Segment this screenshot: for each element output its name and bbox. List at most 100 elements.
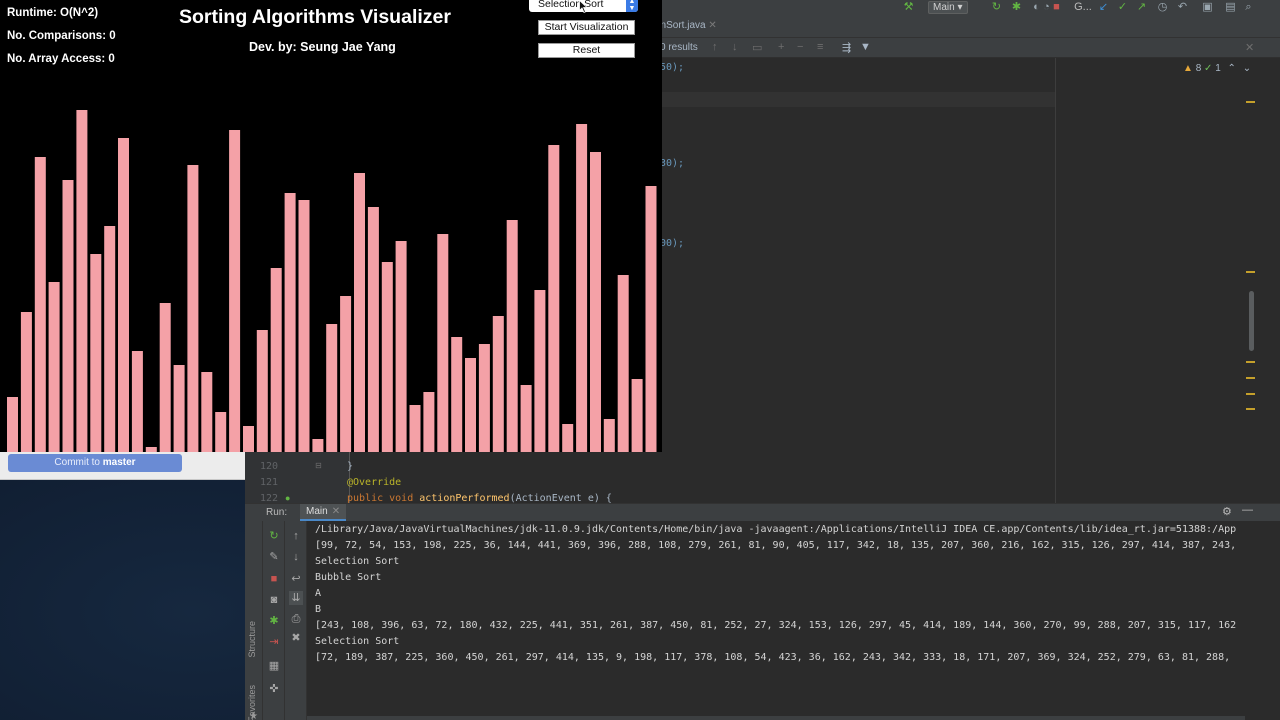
array-bar bbox=[131, 351, 143, 452]
array-bar bbox=[298, 200, 310, 452]
select-all-occurrences-icon[interactable]: ▭ bbox=[752, 41, 762, 54]
console-line: B bbox=[315, 604, 322, 615]
app-title: Sorting Algorithms Visualizer bbox=[179, 6, 451, 28]
array-bar bbox=[104, 226, 116, 452]
array-bar bbox=[243, 426, 254, 452]
array-bar bbox=[465, 358, 476, 452]
inspection-widget[interactable]: ▲ 8 ✓ 1 ⌃ ⌄ bbox=[1183, 63, 1251, 74]
run-tab-label: Main bbox=[306, 506, 328, 517]
code-line: 00); bbox=[660, 238, 684, 249]
debug-bug-icon[interactable]: ✱ bbox=[1010, 1, 1023, 14]
run-tool-window: Run: Main ✕ ⚙ — Structure Favorites ★ ↻ ✎… bbox=[245, 503, 1280, 720]
array-bar bbox=[326, 324, 338, 452]
warning-stripe-mark[interactable] bbox=[1246, 377, 1255, 379]
console-line: Selection Sort bbox=[315, 556, 400, 567]
start-visualization-button[interactable]: Start Visualization bbox=[538, 20, 635, 35]
array-bar bbox=[229, 130, 241, 452]
debug-bug-icon[interactable]: ✱ bbox=[267, 614, 281, 628]
run-config-label: Main bbox=[933, 2, 955, 13]
array-bar bbox=[492, 316, 504, 452]
history-clock-icon[interactable]: ◷ bbox=[1156, 1, 1169, 14]
minimize-icon[interactable]: — bbox=[1242, 504, 1253, 516]
console-line: A bbox=[315, 588, 322, 599]
arrow-up-icon[interactable]: ↑ bbox=[289, 529, 303, 543]
filter-settings-icon[interactable]: ≡ bbox=[817, 41, 823, 53]
array-bar bbox=[520, 385, 532, 452]
wrench-icon[interactable]: ✎ bbox=[267, 550, 281, 564]
console-line: /Library/Java/JavaVirtualMachines/jdk-11… bbox=[315, 524, 1237, 535]
reset-button[interactable]: Reset bbox=[538, 43, 635, 58]
layout-icon[interactable]: ▦ bbox=[267, 659, 281, 673]
camera-icon[interactable]: ◙ bbox=[267, 593, 281, 607]
rollback-icon[interactable]: ↶ bbox=[1176, 1, 1189, 14]
array-access-label: No. Array Access: 0 bbox=[7, 53, 115, 65]
remove-occurrence-icon[interactable]: − bbox=[797, 41, 803, 53]
filter-icon[interactable]: ▼ bbox=[860, 41, 871, 53]
editor-tab-label: onSort.java bbox=[655, 20, 706, 31]
gear-icon[interactable]: ⚙ bbox=[1222, 505, 1232, 518]
trash-icon[interactable]: ✖ bbox=[289, 631, 303, 645]
array-bar bbox=[354, 173, 365, 452]
code-fragment: 50); bbox=[660, 62, 685, 73]
array-bar bbox=[478, 344, 490, 452]
array-bar bbox=[201, 372, 213, 452]
git-menu-label[interactable]: G... bbox=[1073, 1, 1093, 14]
warning-stripe-mark[interactable] bbox=[1246, 271, 1255, 273]
commit-button[interactable]: Commit to master bbox=[8, 454, 182, 472]
warning-stripe-mark[interactable] bbox=[1246, 361, 1255, 363]
git-commit-panel: Commit to master bbox=[0, 451, 245, 480]
override-marker-icon[interactable]: ● bbox=[285, 493, 290, 503]
error-stripe[interactable] bbox=[1243, 58, 1257, 503]
previous-occurrence-icon[interactable]: ↑ bbox=[712, 41, 718, 53]
run-tab-main[interactable]: Main ✕ bbox=[300, 504, 347, 521]
pin-icon[interactable]: ✜ bbox=[267, 682, 281, 696]
console-output[interactable]: /Library/Java/JavaVirtualMachines/jdk-11… bbox=[307, 521, 1245, 720]
array-bar bbox=[534, 290, 546, 452]
window-layout-icon[interactable]: ▤ bbox=[1224, 1, 1237, 14]
console-toolbar: ↑ ↓ ↩ ⇊ ⎙ ✖ bbox=[285, 521, 307, 720]
git-push-icon[interactable]: ↗ bbox=[1135, 1, 1148, 14]
editor-tab[interactable]: onSort.java ✕ bbox=[655, 20, 717, 31]
close-icon[interactable]: ✕ bbox=[708, 20, 716, 31]
arrow-down-icon[interactable]: ↓ bbox=[289, 550, 303, 564]
git-commit-check-icon[interactable]: ✓ bbox=[1116, 1, 1129, 14]
warning-count: 8 bbox=[1195, 63, 1202, 74]
commit-branch-name: master bbox=[102, 457, 136, 468]
array-bar bbox=[20, 312, 32, 452]
warning-stripe-mark[interactable] bbox=[1246, 393, 1255, 395]
array-bar bbox=[340, 296, 352, 452]
fold-marker-icon[interactable]: ⊟ bbox=[315, 461, 322, 470]
array-bar bbox=[76, 110, 88, 452]
exit-icon[interactable]: ⇥ bbox=[267, 635, 281, 649]
chevron-up-icon[interactable]: ⌃ bbox=[1228, 63, 1236, 74]
array-bar bbox=[395, 241, 407, 452]
structural-search-icon[interactable]: ⇶ bbox=[842, 41, 851, 54]
close-icon[interactable]: ✕ bbox=[332, 506, 340, 517]
stop-icon[interactable]: ■ bbox=[267, 572, 281, 586]
array-bar bbox=[548, 145, 560, 452]
rerun-icon[interactable]: ↻ bbox=[267, 529, 281, 543]
print-icon[interactable]: ⎙ bbox=[289, 612, 303, 626]
array-bar bbox=[381, 262, 393, 452]
next-occurrence-icon[interactable]: ↓ bbox=[732, 41, 738, 53]
git-update-icon[interactable]: ↙ bbox=[1097, 1, 1110, 14]
editor-scrollbar[interactable] bbox=[1249, 291, 1254, 351]
console-horizontal-scrollbar[interactable] bbox=[307, 716, 1245, 720]
soft-wrap-icon[interactable]: ↩ bbox=[289, 572, 303, 586]
check-icon: ✓ bbox=[1204, 63, 1213, 74]
scroll-to-end-icon[interactable]: ⇊ bbox=[289, 591, 303, 605]
close-icon[interactable]: ✕ bbox=[1245, 41, 1254, 54]
warning-stripe-mark[interactable] bbox=[1246, 101, 1255, 103]
rerun-icon[interactable]: ↻ bbox=[990, 1, 1003, 14]
warning-stripe-mark[interactable] bbox=[1246, 408, 1255, 410]
project-structure-icon[interactable]: ▣ bbox=[1201, 1, 1214, 14]
search-icon[interactable]: ⌕ bbox=[1242, 1, 1255, 14]
structure-tab[interactable]: Structure bbox=[247, 621, 257, 658]
run-configuration-select[interactable]: Main ▾ bbox=[928, 1, 968, 14]
ok-count: 1 bbox=[1215, 63, 1221, 74]
commit-button-label: Commit to bbox=[54, 457, 100, 468]
stop-icon[interactable]: ■ bbox=[1050, 1, 1063, 14]
build-hammer-icon[interactable]: ⚒ bbox=[902, 1, 915, 14]
add-occurrence-icon[interactable]: + bbox=[778, 41, 784, 53]
array-bar bbox=[631, 379, 643, 452]
